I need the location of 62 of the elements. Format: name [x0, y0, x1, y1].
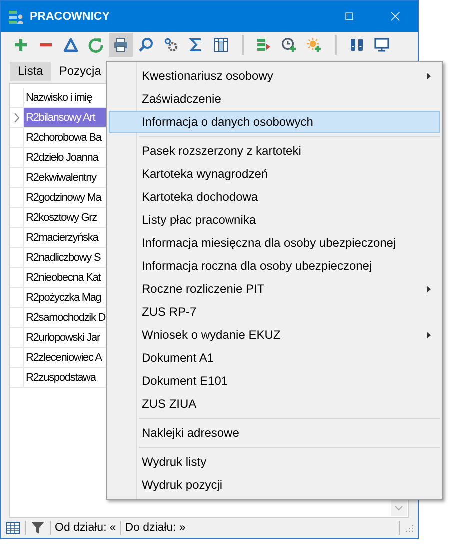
table-cell[interactable]: R2pożyczka Mag	[24, 288, 106, 307]
list-run-icon	[256, 37, 272, 53]
table-cell[interactable]: R2chorobowa Ba	[24, 128, 106, 147]
menu-item[interactable]: Wydruk listy	[109, 451, 440, 473]
maximize-icon	[344, 11, 354, 22]
menu-item[interactable]: Informacja o danych osobowych	[109, 111, 440, 133]
to-department-value[interactable]: »	[179, 522, 186, 534]
table-cell[interactable]: R2urlopowski Jar	[24, 328, 106, 347]
close-icon	[390, 11, 400, 22]
tab[interactable]: Lista	[10, 62, 52, 81]
table-cell[interactable]: R2kosztowy Grz	[24, 208, 106, 227]
menu-item[interactable]: Kartoteka dochodowa	[109, 186, 440, 208]
app-logo-icon	[8, 8, 24, 24]
menu-item[interactable]: Dokument E101	[109, 370, 440, 392]
to-department-label: Do działu:	[125, 522, 176, 534]
plus-icon	[13, 37, 29, 53]
columns-icon	[213, 37, 229, 53]
menu-item[interactable]: Dokument A1	[109, 347, 440, 369]
sigma-icon	[188, 37, 204, 53]
chevron-down-icon	[395, 506, 403, 510]
refresh-icon	[88, 37, 104, 53]
menu-item[interactable]: Informacja miesięczna dla osoby ubezpieczonej	[109, 232, 440, 254]
table-cell[interactable]: R2dzieło Joanna	[24, 148, 106, 167]
menu-item[interactable]: Wniosek o wydanie EKUZ	[109, 324, 440, 346]
table-cell[interactable]: R2godzinowy Ma	[24, 188, 106, 207]
table-cell[interactable]: R2macierzyńska	[24, 228, 106, 247]
table-cell[interactable]: R2nadliczbowy S	[24, 248, 106, 267]
menu-item[interactable]: Pasek rozszerzony z kartoteki	[109, 140, 440, 162]
menu-item[interactable]: Zaświadczenie	[109, 88, 440, 110]
window-title: PRACOWNICY	[30, 10, 111, 22]
resize-grip-icon[interactable]	[404, 523, 414, 533]
menu-item[interactable]: ZUS RP-7	[109, 301, 440, 323]
menu-item[interactable]: ZUS ZIUA	[109, 393, 440, 415]
sun-plus-icon	[306, 37, 322, 53]
table-cell[interactable]: R2samochodzik D	[24, 308, 106, 327]
menu-item[interactable]: Naklejki adresowe	[109, 422, 440, 444]
menu-item[interactable]: Wydruk pozycji	[109, 474, 440, 496]
table-cell[interactable]: R2bilansowy Art	[24, 108, 106, 127]
binders-icon	[349, 37, 365, 53]
table-cell[interactable]: R2ekwiwalentny	[24, 168, 106, 187]
gears-icon	[163, 37, 179, 53]
row-pointer-icon	[14, 112, 20, 122]
from-department-label: Od działu:	[55, 522, 107, 534]
triangle-icon	[63, 37, 79, 53]
search-icon	[138, 37, 154, 53]
menu-item[interactable]: Kwestionariusz osobowy	[109, 65, 440, 87]
table-cell[interactable]: R2zleceniowiec A	[24, 348, 106, 367]
menu-item[interactable]: Roczne rozliczenie PIT	[109, 278, 440, 300]
printer-icon	[113, 37, 129, 53]
menu-item[interactable]: Informacja roczna dla osoby ubezpieczonej	[109, 255, 440, 277]
table-cell[interactable]: R2nieobecna Kat	[24, 268, 106, 287]
monitor-icon	[374, 37, 390, 53]
table-cell[interactable]: R2zuspodstawa	[24, 368, 106, 387]
printer-button[interactable]	[109, 33, 133, 57]
clock-plus-icon	[281, 37, 297, 53]
from-department-value[interactable]: «	[110, 522, 116, 534]
column-header[interactable]: Nazwisko i imię	[24, 88, 106, 107]
filter-icon	[30, 520, 46, 536]
table-icon	[5, 520, 21, 536]
tab[interactable]: Pozycja	[51, 62, 110, 81]
menu-item[interactable]: Listy płac pracownika	[109, 209, 440, 231]
menu-item[interactable]: Kartoteka wynagrodzeń	[109, 163, 440, 185]
